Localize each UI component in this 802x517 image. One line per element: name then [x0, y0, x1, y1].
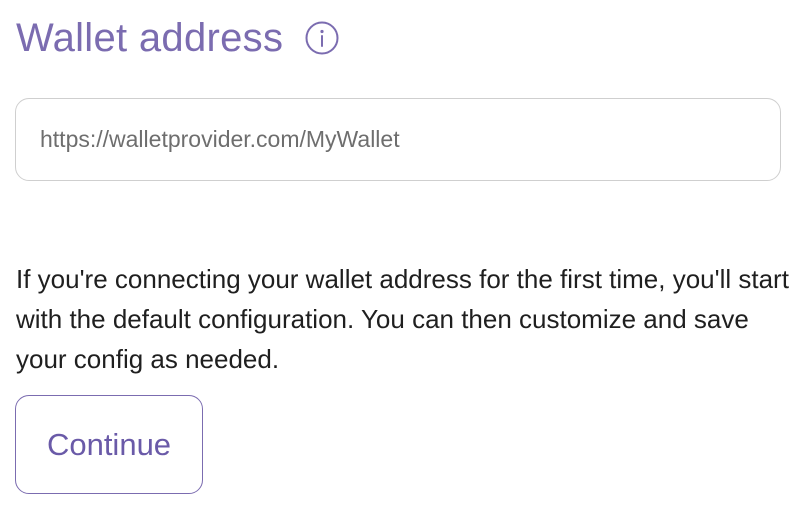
- page-title: Wallet address: [16, 16, 284, 60]
- wallet-address-page: Wallet address If you're connecting your…: [0, 0, 802, 517]
- description-text: If you're connecting your wallet address…: [16, 264, 789, 374]
- continue-button[interactable]: Continue: [15, 395, 203, 494]
- info-icon[interactable]: [305, 21, 339, 55]
- wallet-address-input[interactable]: [15, 98, 781, 181]
- header: Wallet address: [16, 12, 339, 64]
